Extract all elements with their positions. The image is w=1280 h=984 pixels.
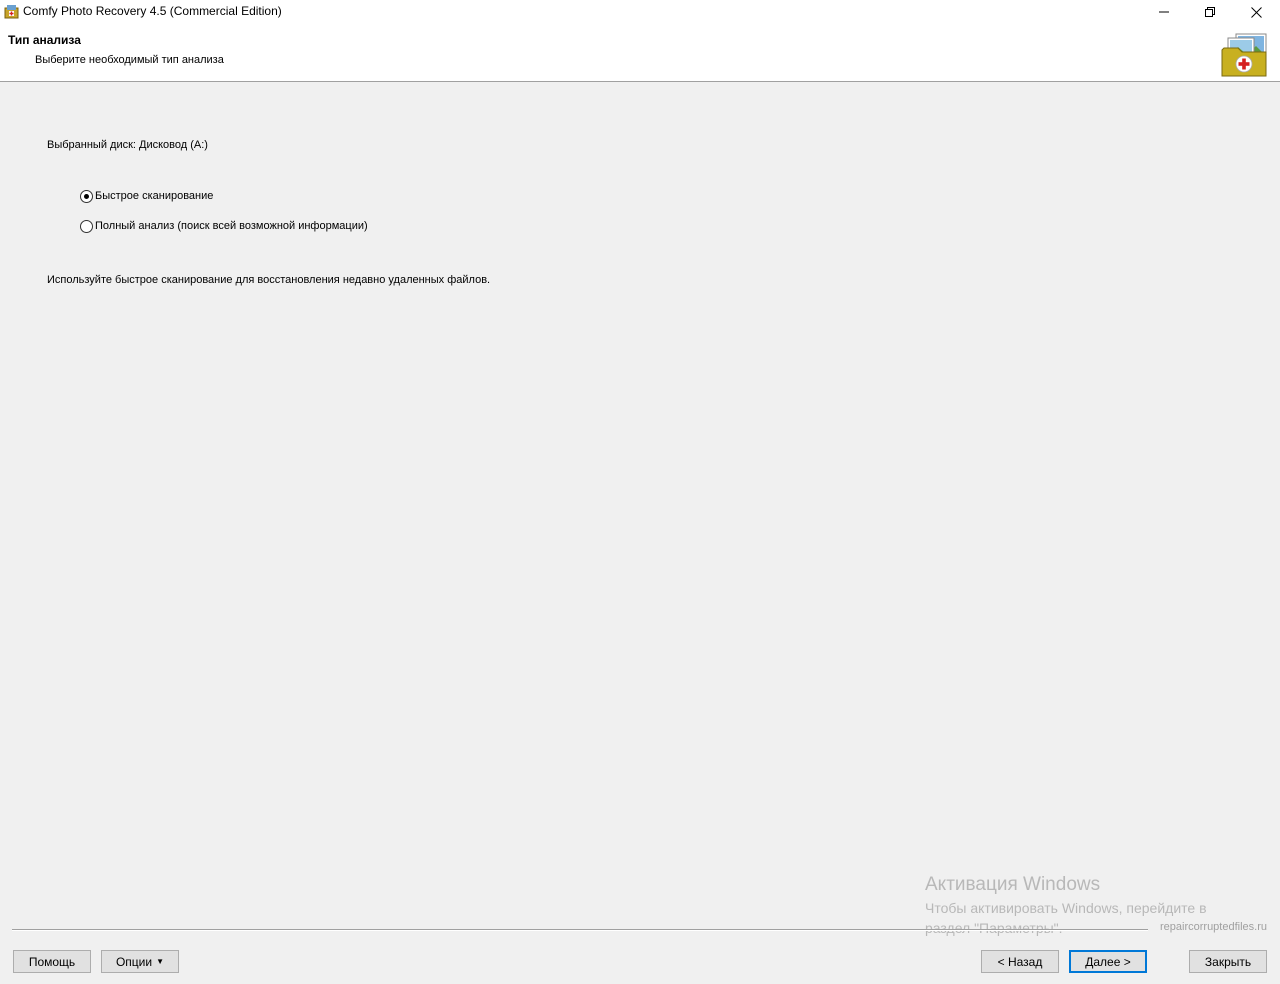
back-button[interactable]: < Назад	[981, 950, 1059, 973]
quick-scan-label[interactable]: Быстрое сканирование	[95, 190, 213, 202]
restore-button[interactable]	[1187, 0, 1233, 24]
wizard-header: Тип анализа Выберите необходимый тип ана…	[0, 24, 1280, 82]
restore-icon	[1205, 7, 1215, 17]
activation-title: Активация Windows	[925, 874, 1101, 895]
window-title: Comfy Photo Recovery 4.5 (Commercial Edi…	[23, 4, 282, 18]
close-window-button[interactable]	[1233, 0, 1279, 24]
close-icon	[1250, 6, 1262, 18]
footer-divider	[12, 929, 1148, 931]
full-analysis-radio[interactable]: Полный анализ (поиск всей возможной инфо…	[80, 218, 368, 234]
scan-hint-text: Используйте быстрое сканирование для вос…	[47, 274, 491, 286]
app-icon	[4, 4, 19, 19]
options-button[interactable]: Опции ▼	[101, 950, 179, 973]
options-label: Опции	[115, 954, 153, 969]
close-button[interactable]: Закрыть	[1189, 950, 1267, 973]
help-button[interactable]: Помощь	[13, 950, 91, 973]
selected-disk-label: Выбранный диск: Дисковод (A:)	[47, 139, 208, 151]
quick-scan-radio[interactable]: Быстрое сканирование	[80, 188, 213, 204]
full-analysis-label[interactable]: Полный анализ (поиск всей возможной инфо…	[95, 220, 368, 232]
page-subtitle: Выберите необходимый тип анализа	[35, 54, 224, 66]
minimize-button[interactable]	[1141, 0, 1187, 24]
photo-recovery-logo-icon	[1220, 32, 1268, 78]
title-bar: Comfy Photo Recovery 4.5 (Commercial Edi…	[0, 0, 1280, 24]
minimize-icon	[1159, 11, 1169, 13]
radio-button-checked[interactable]	[80, 189, 93, 203]
next-button[interactable]: Далее >	[1069, 950, 1147, 973]
radio-button-unchecked[interactable]	[80, 219, 93, 233]
page-title: Тип анализа	[8, 33, 81, 47]
site-watermark: repaircorruptedfiles.ru	[1160, 921, 1267, 933]
dropdown-arrow-icon: ▼	[156, 957, 165, 966]
